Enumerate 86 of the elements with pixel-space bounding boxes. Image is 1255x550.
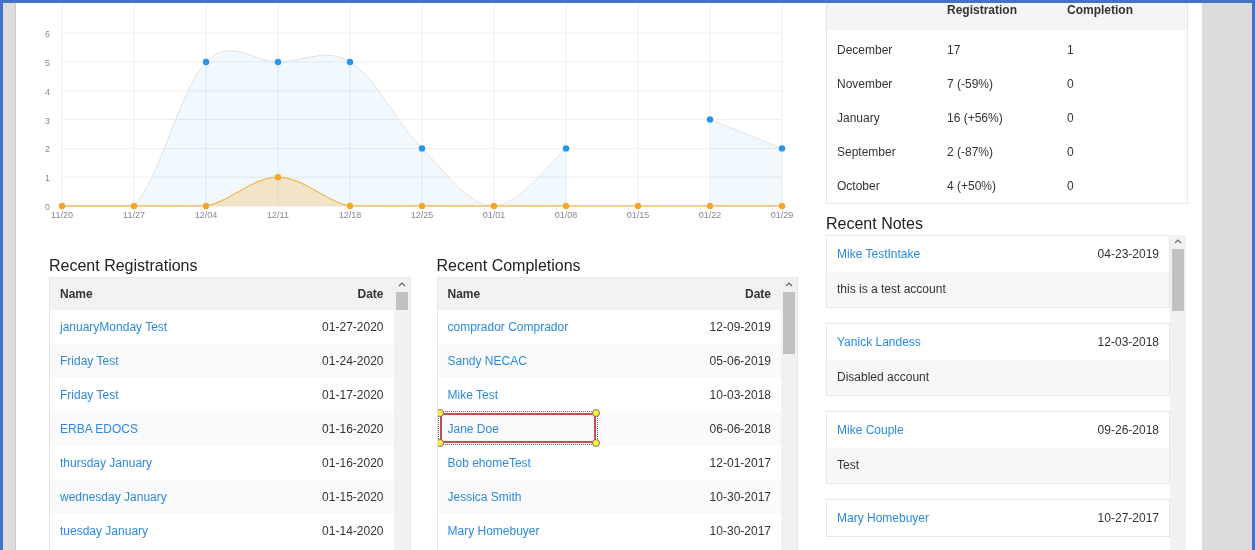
x-tick-label: 01/29 (770, 210, 794, 220)
name-link[interactable]: Friday Test (60, 388, 119, 402)
table-cell-text: 2 (-87%) (947, 145, 994, 159)
column-header: Date (357, 287, 384, 301)
table-cell-text: 7 (-59%) (947, 77, 994, 91)
scroll-thumb[interactable] (783, 292, 795, 354)
date-cell: 06-06-2018 (709, 422, 771, 436)
name-link[interactable]: januaryMonday Test (60, 320, 168, 334)
name-link[interactable]: wednesday January (60, 490, 167, 504)
name-link[interactable]: Mary Homebuyer (447, 524, 540, 538)
month-cell-text: November (837, 77, 894, 91)
name-link[interactable]: Jane Doe (447, 422, 499, 436)
name-link[interactable]: Yanick Landess (837, 335, 921, 349)
column-header: Registration (947, 3, 1018, 17)
month-cell-text: October (837, 179, 881, 193)
note-text: Disabled account (827, 360, 1169, 395)
column-header: Name (447, 287, 481, 301)
note-text: this is a test account (827, 272, 1169, 307)
name-link[interactable]: Mike Test (447, 388, 498, 402)
name-link[interactable]: Jessica Smith (447, 490, 522, 504)
table-cell-text: 16 (+56%) (947, 111, 1004, 125)
date-cell: 01-24-2020 (322, 354, 384, 368)
x-tick-label: 01/08 (554, 210, 578, 220)
table-cell: 0 (1067, 145, 1074, 159)
x-tick-label: 01/22 (698, 210, 722, 220)
section-title: Recent Notes (826, 214, 924, 234)
month-cell-text: December (837, 43, 894, 57)
y-tick-label: 6 (45, 29, 50, 40)
date-cell: 01-17-2020 (322, 388, 384, 402)
date-cell: 01-15-2020 (322, 490, 384, 504)
date-cell: 01-27-2020 (322, 320, 384, 334)
x-tick-label: 12/11 (267, 210, 289, 220)
scrollbar[interactable] (781, 278, 797, 550)
table-cell: 0 (1067, 77, 1074, 91)
name-link[interactable]: Mike TestIntake (837, 247, 921, 261)
note-text: Test (827, 448, 1169, 483)
table-cell-text: 4 (+50%) (947, 179, 998, 193)
y-tick-label: 3 (45, 115, 50, 126)
date-cell: 01-16-2020 (322, 422, 384, 436)
scrollbar[interactable] (1170, 235, 1186, 550)
name-link[interactable]: thursday January (60, 456, 153, 470)
y-tick-label: 1 (45, 173, 50, 184)
name-link[interactable]: Mary Homebuyer (837, 511, 930, 525)
date-cell: 10-30-2017 (709, 490, 771, 504)
x-tick-label: 11/27 (123, 210, 145, 220)
table-cell: 1 (1067, 43, 1074, 57)
section-title: Recent Completions (436, 256, 582, 276)
section-title: Recent Registrations (49, 256, 199, 276)
note-date: 12-03-2018 (1097, 335, 1159, 349)
y-tick-label: 2 (45, 144, 50, 155)
table-cell: 0 (1067, 111, 1074, 125)
date-cell: 10-03-2018 (709, 388, 771, 402)
table-cell: 0 (1067, 179, 1074, 193)
column-header: Date (745, 287, 771, 301)
table-cell-text: 17 (947, 43, 962, 57)
name-link[interactable]: Bob ehomeTest (447, 456, 531, 470)
month-cell-text: January (837, 111, 881, 125)
date-cell: 01-16-2020 (322, 456, 384, 470)
date-cell: 12-01-2017 (709, 456, 771, 470)
name-link[interactable]: ERBA EDOCS (60, 422, 139, 436)
name-link[interactable]: comprador Comprador (447, 320, 569, 334)
scroll-thumb[interactable] (1172, 249, 1184, 311)
scroll-thumb[interactable] (395, 292, 408, 310)
date-cell: 05-06-2019 (709, 354, 771, 368)
column-header: Completion (1067, 3, 1133, 17)
note-date: 10-27-2017 (1097, 511, 1159, 525)
date-cell: 01-14-2020 (322, 524, 384, 538)
x-tick-label: 11/20 (51, 210, 73, 220)
note-date: 09-26-2018 (1097, 423, 1159, 437)
y-tick-label: 4 (45, 86, 50, 97)
y-tick-label: 5 (45, 57, 50, 68)
date-cell: 10-30-2017 (709, 524, 771, 538)
note-date: 04-23-2019 (1097, 247, 1159, 261)
y-tick-label: 0 (45, 202, 50, 212)
date-cell: 12-09-2019 (709, 320, 771, 334)
x-tick-label: 01/01 (482, 210, 506, 220)
x-tick-label: 01/15 (626, 210, 650, 220)
month-cell-text: September (837, 145, 897, 159)
name-link[interactable]: Friday Test (60, 354, 119, 368)
name-link[interactable]: Sandy NECAC (447, 354, 527, 368)
x-tick-label: 12/04 (194, 210, 218, 220)
name-link[interactable]: tuesday January (60, 524, 149, 538)
x-tick-label: 12/18 (338, 210, 362, 220)
x-tick-label: 12/25 (410, 210, 434, 220)
name-link[interactable]: Mike Couple (837, 423, 904, 437)
column-header: Name (60, 287, 93, 301)
